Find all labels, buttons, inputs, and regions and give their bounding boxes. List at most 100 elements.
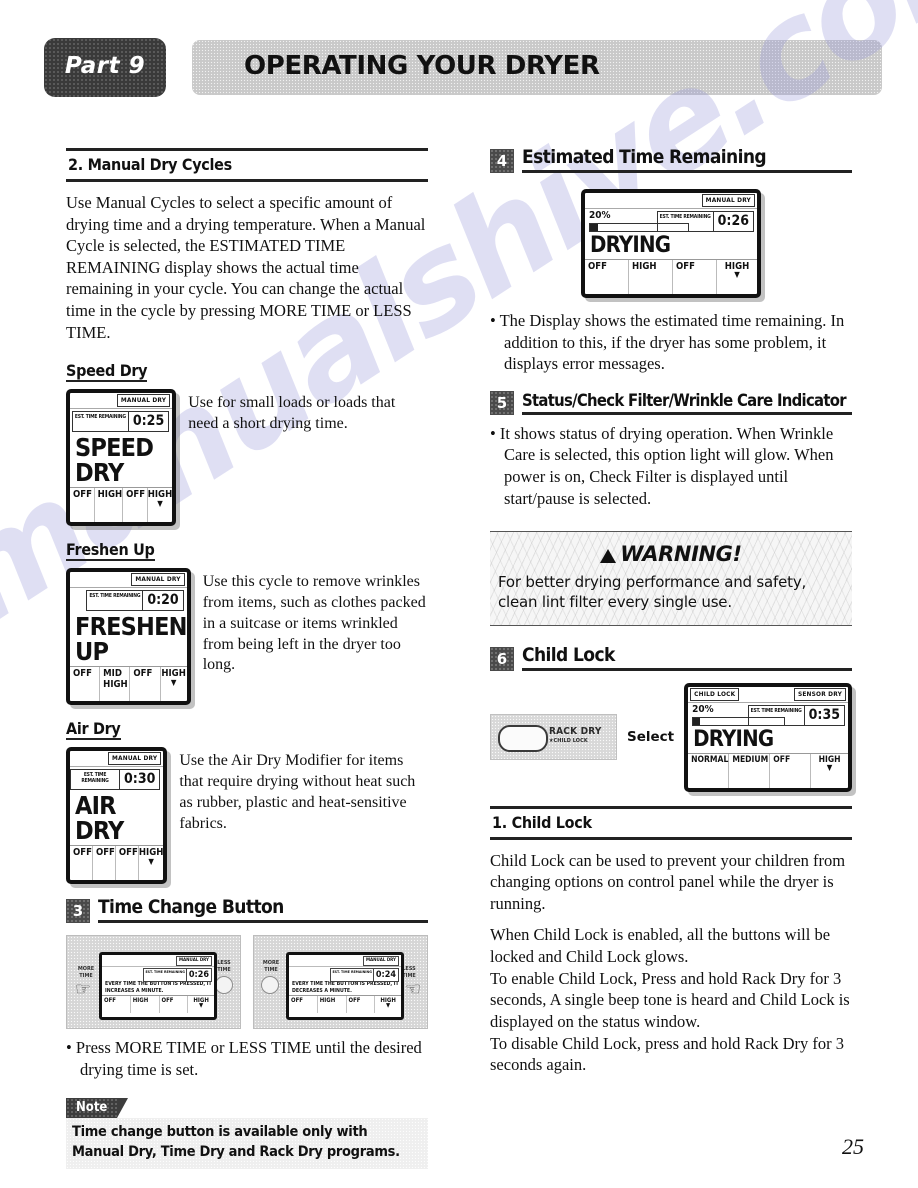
air-dry-caption: Use the Air Dry Modifier for items that …: [179, 752, 416, 832]
less-time-button[interactable]: [215, 976, 233, 995]
time-remaining-label: EST. TIME REMAINING: [331, 969, 374, 982]
display-options: OFF HIGH OFF HIGH ▼: [102, 995, 214, 1014]
caret-down-icon: ▼: [157, 498, 163, 508]
section4-bullet: • The Display shows the estimated time r…: [490, 310, 845, 374]
section6-number: 6: [490, 646, 514, 671]
time-remaining-box: EST. TIME REMAINING 0:25: [71, 411, 170, 433]
mode-badge: MANUAL DRY: [701, 193, 755, 207]
option-4: HIGH ▼: [717, 260, 757, 294]
display-options: OFF HIGH OFF HIGH ▼: [289, 995, 401, 1014]
mode-badge: MANUAL DRY: [176, 956, 212, 967]
display-top-row: MANUAL DRY: [70, 751, 164, 768]
display-mid-row: EST. TIME REMAINING 0:25: [70, 409, 172, 435]
more-time-label: MORE TIME: [262, 960, 280, 973]
caret-down-icon: ▼: [170, 677, 177, 687]
estimated-time-display: MANUAL DRY 20% EST. TIME REMAINING 0:26 …: [581, 188, 761, 298]
section2-body: Use Manual Cycles to select a specific a…: [66, 193, 426, 342]
option-1: OFF: [585, 259, 629, 294]
option-2: MID HIGH: [100, 667, 131, 702]
subsection-child-lock: 1. Child Lock: [490, 805, 852, 840]
display-options: OFF MID HIGH OFF HIGH ▼: [70, 666, 187, 702]
note-tag: Note: [66, 1098, 129, 1119]
option-3: OFF: [116, 846, 139, 881]
warning-triangle-icon: [600, 549, 617, 564]
mode-badge: MANUAL DRY: [131, 573, 185, 587]
display-mid-row: EST. TIME REMAINING 0:30: [70, 767, 163, 793]
child-lock-figure-row: RACK DRY ★CHILD LOCK Select CHILD LOCK S…: [490, 682, 852, 792]
section4-title: Estimated Time Remaining: [522, 147, 852, 173]
display-status: FRESHEN UP: [75, 612, 187, 667]
time-remaining-box: EST. TIME REMAINING 0:20: [86, 590, 184, 612]
display-mid-row: EST. TIME REMAINING 0:24: [289, 967, 401, 983]
less-time-panel: MORE TIME LESS TIME ☞ MANUAL DRY EST. TI…: [253, 935, 428, 1030]
mode-badge: MANUAL DRY: [116, 394, 171, 408]
time-remaining-label: EST. TIME REMAINING: [73, 412, 129, 432]
time-remaining-value: 0:35: [808, 706, 840, 723]
option-2: OFF: [93, 846, 116, 881]
child-lock-sublabel: ★CHILD LOCK: [549, 738, 588, 745]
time-remaining-value: 0:30: [124, 771, 156, 788]
freshen-up-figure-row: MANUAL DRY EST. TIME REMAINING 0:20 FRES…: [66, 568, 428, 706]
display-message: EVERY TIME THE BUTTON IS PRESSED, IT INC…: [105, 981, 212, 994]
time-remaining-box: EST. TIME REMAINING 0:35: [747, 704, 845, 726]
option-1: NORMAL: [688, 753, 730, 788]
more-time-button[interactable]: [261, 976, 279, 995]
select-label: Select: [627, 729, 675, 746]
section5-bullet: • It shows status of drying operation. W…: [490, 423, 834, 508]
rule-top: [490, 805, 852, 809]
rule-bottom: [490, 836, 852, 840]
time-remaining-label: EST. TIME REMAINING: [71, 770, 121, 790]
freshen-up-caption: Use this cycle to remove wrinkles from i…: [202, 573, 426, 674]
more-time-label: MORE TIME: [77, 966, 95, 979]
speed-dry-heading: Speed Dry: [66, 361, 148, 383]
display-options: NORMAL MEDIUM OFF HIGH ▼: [688, 752, 848, 788]
left-column: 2. Manual Dry Cycles Use Manual Cycles t…: [66, 148, 428, 1169]
child-lock-para-3: To enable Child Lock, Press and hold Rac…: [490, 968, 850, 1031]
time-remaining-box: EST. TIME REMAINING 0:26: [143, 968, 212, 983]
display-status: AIR DRY: [75, 791, 124, 846]
display-top-row: MANUAL DRY: [102, 955, 214, 968]
option-4: HIGH ▼: [161, 667, 187, 701]
option-4: HIGH ▼: [139, 846, 164, 880]
display-top-row: CHILD LOCK SENSOR DRY: [688, 687, 848, 703]
speed-dry-display: MANUAL DRY EST. TIME REMAINING 0:25 SPEE…: [66, 389, 177, 527]
option-1: OFF: [70, 846, 93, 881]
time-remaining-value: 0:25: [132, 413, 165, 430]
child-lock-badge: CHILD LOCK: [690, 687, 740, 701]
warning-box: WARNING! For better drying performance a…: [490, 531, 852, 626]
section3-number: 3: [66, 899, 90, 924]
option-2: HIGH: [131, 996, 160, 1014]
part-tab: Part 9: [44, 38, 166, 97]
section4-number: 4: [490, 148, 514, 173]
display-top-row: MANUAL DRY: [289, 955, 401, 968]
rack-dry-labels: RACK DRY ★CHILD LOCK: [549, 726, 602, 744]
progress-bar-fill: [693, 717, 701, 725]
section5-number: 5: [490, 390, 514, 415]
option-2: HIGH: [318, 996, 347, 1014]
display-top-row: MANUAL DRY: [585, 193, 757, 209]
time-remaining-box: EST. TIME REMAINING 0:24: [330, 968, 399, 983]
time-remaining-value: 0:26: [717, 212, 749, 229]
option-4: HIGH ▼: [148, 488, 173, 522]
display-message: EVERY TIME THE BUTTON IS PRESSED, IT DEC…: [292, 981, 399, 994]
warning-title: WARNING!: [498, 542, 844, 566]
speed-dry-figure-row: MANUAL DRY EST. TIME REMAINING 0:25 SPEE…: [66, 389, 428, 527]
caret-down-icon: ▼: [199, 1002, 204, 1010]
option-3: OFF: [347, 996, 376, 1014]
page-header: Part 9 OPERATING YOUR DRYER: [44, 38, 882, 98]
section-manual-dry-cycles: 2. Manual Dry Cycles: [66, 148, 428, 182]
display-top-row: MANUAL DRY: [70, 393, 173, 410]
header-banner: OPERATING YOUR DRYER: [192, 40, 882, 95]
child-lock-para-4: To disable Child Lock, press and hold Ra…: [490, 1033, 844, 1075]
display-status: DRYING: [693, 726, 774, 752]
rack-dry-button[interactable]: [498, 725, 548, 753]
display-mid-row: 20% EST. TIME REMAINING 0:26: [585, 209, 757, 235]
option-2: MEDIUM: [729, 753, 771, 788]
child-lock-para-2: When Child Lock is enabled, all the butt…: [490, 925, 831, 967]
hand-pointer-icon: ☞: [404, 979, 421, 1000]
progress-percent: 20%: [589, 209, 611, 221]
mode-badge: MANUAL DRY: [108, 752, 162, 766]
section-status-indicator: 5 Status/Check Filter/Wrinkle Care Indic…: [490, 390, 852, 415]
time-remaining-label: EST. TIME REMAINING: [658, 211, 714, 231]
option-1: OFF: [289, 996, 318, 1014]
